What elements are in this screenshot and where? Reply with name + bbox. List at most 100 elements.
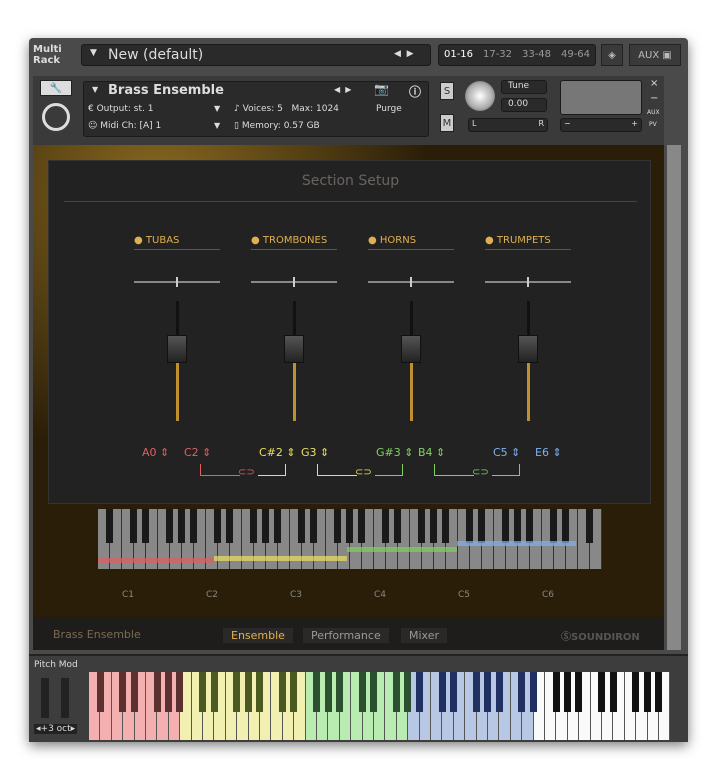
black-key[interactable] (562, 509, 569, 543)
black-key[interactable] (262, 509, 269, 543)
tune-knob[interactable] (465, 81, 495, 111)
aux-button[interactable]: AUX ▣ (629, 44, 681, 66)
section-volume-fader[interactable] (274, 301, 314, 421)
black-key[interactable] (334, 509, 341, 543)
high-note-select[interactable]: C2 ⇕ (184, 446, 211, 459)
fader-handle[interactable] (284, 335, 304, 363)
piano-black-key[interactable] (529, 672, 537, 712)
black-key[interactable] (190, 509, 197, 543)
pitch-wheel[interactable] (41, 678, 49, 718)
black-key[interactable] (142, 509, 149, 543)
piano-black-key[interactable] (119, 672, 127, 712)
page-tab[interactable]: 01-16 (439, 45, 478, 65)
section-pan-slider[interactable] (134, 277, 220, 287)
low-note-select[interactable]: C#2 ⇕ (259, 446, 296, 459)
low-note-select[interactable]: A0 ⇕ (142, 446, 169, 459)
piano-black-key[interactable] (643, 672, 651, 712)
piano-black-key[interactable] (176, 672, 184, 712)
preset-selector[interactable]: ▼ New (default) ◀ ▶ (81, 44, 431, 66)
pv-toggle[interactable]: PV (649, 121, 657, 128)
tab-performance[interactable]: Performance (303, 628, 389, 643)
link-icon[interactable]: ⊂⊃ (238, 467, 255, 478)
black-key[interactable] (550, 509, 557, 543)
section-pan-slider[interactable] (368, 277, 454, 287)
piano-black-key[interactable] (415, 672, 423, 712)
piano-black-key[interactable] (495, 672, 503, 712)
piano-black-key[interactable] (392, 672, 400, 712)
piano-black-key[interactable] (96, 672, 104, 712)
piano-black-key[interactable] (518, 672, 526, 712)
black-key[interactable] (442, 509, 449, 543)
black-key[interactable] (310, 509, 317, 543)
piano-black-key[interactable] (210, 672, 218, 712)
prev-next-arrows[interactable]: ◀ ▶ (334, 85, 351, 94)
output-field[interactable]: € Output: st. 1 (88, 104, 153, 114)
piano-black-key[interactable] (370, 672, 378, 712)
piano-black-key[interactable] (655, 672, 663, 712)
low-note-select[interactable]: G#3 ⇕ (376, 446, 413, 459)
black-key[interactable] (478, 509, 485, 543)
tune-value[interactable]: 0.00 (501, 98, 547, 112)
info-icon[interactable]: ⓘ (409, 83, 421, 100)
black-key[interactable] (130, 509, 137, 543)
black-key[interactable] (346, 509, 353, 543)
black-key[interactable] (394, 509, 401, 543)
piano-black-key[interactable] (256, 672, 264, 712)
mute-button[interactable]: M (440, 114, 454, 132)
black-key[interactable] (166, 509, 173, 543)
piano-black-key[interactable] (598, 672, 606, 712)
piano-black-key[interactable] (552, 672, 560, 712)
piano-black-key[interactable] (404, 672, 412, 712)
piano-black-key[interactable] (324, 672, 332, 712)
black-key[interactable] (466, 509, 473, 543)
black-key[interactable] (358, 509, 365, 543)
black-key[interactable] (430, 509, 437, 543)
piano-black-key[interactable] (290, 672, 298, 712)
black-key[interactable] (214, 509, 221, 543)
black-key[interactable] (502, 509, 509, 543)
piano-black-key[interactable] (472, 672, 480, 712)
wrench-icon[interactable]: 🔧 (40, 80, 72, 96)
piano-black-key[interactable] (233, 672, 241, 712)
piano-black-key[interactable] (313, 672, 321, 712)
midi-channel-field[interactable]: ☺ Midi Ch: [A] 1 (88, 121, 161, 131)
high-note-select[interactable]: E6 ⇕ (535, 446, 562, 459)
section-volume-fader[interactable] (157, 301, 197, 421)
piano-black-key[interactable] (153, 672, 161, 712)
fader-handle[interactable] (167, 335, 187, 363)
instrument-name[interactable]: Brass Ensemble (108, 83, 224, 98)
piano-black-key[interactable] (609, 672, 617, 712)
section-volume-fader[interactable] (391, 301, 431, 421)
piano-black-key[interactable] (575, 672, 583, 712)
virtual-keyboard[interactable] (89, 672, 671, 740)
piano-black-key[interactable] (632, 672, 640, 712)
page-tab[interactable]: 17-32 (478, 45, 517, 65)
black-key[interactable] (226, 509, 233, 543)
solo-button[interactable]: S (440, 82, 454, 100)
page-tab[interactable]: 49-64 (556, 45, 595, 65)
piano-black-key[interactable] (164, 672, 172, 712)
high-note-select[interactable]: B4 ⇕ (418, 446, 445, 459)
piano-black-key[interactable] (563, 672, 571, 712)
page-tab[interactable]: 33-48 (517, 45, 556, 65)
link-icon[interactable]: ⊂⊃ (472, 467, 489, 478)
link-icon[interactable]: ⊂⊃ (355, 467, 372, 478)
camera-icon[interactable]: 📷 (374, 82, 389, 96)
black-key[interactable] (178, 509, 185, 543)
piano-black-key[interactable] (358, 672, 366, 712)
purge-dropdown[interactable]: Purge (376, 104, 402, 114)
black-key[interactable] (106, 509, 113, 543)
section-header[interactable]: ● TROMBONES (251, 235, 337, 250)
section-header[interactable]: ● TUBAS (134, 235, 220, 250)
octave-shift[interactable]: ◂+3 oct▸ (34, 724, 78, 734)
prev-next-arrows[interactable]: ◀ ▶ (394, 49, 414, 59)
high-note-select[interactable]: G3 ⇕ (301, 446, 329, 459)
piano-black-key[interactable] (335, 672, 343, 712)
section-volume-fader[interactable] (508, 301, 548, 421)
piano-black-key[interactable] (199, 672, 207, 712)
section-header[interactable]: ● HORNS (368, 235, 454, 250)
low-note-select[interactable]: C5 ⇕ (493, 446, 520, 459)
fader-handle[interactable] (401, 335, 421, 363)
range-keyboard[interactable] (98, 509, 602, 569)
tab-ensemble[interactable]: Ensemble (223, 628, 293, 643)
